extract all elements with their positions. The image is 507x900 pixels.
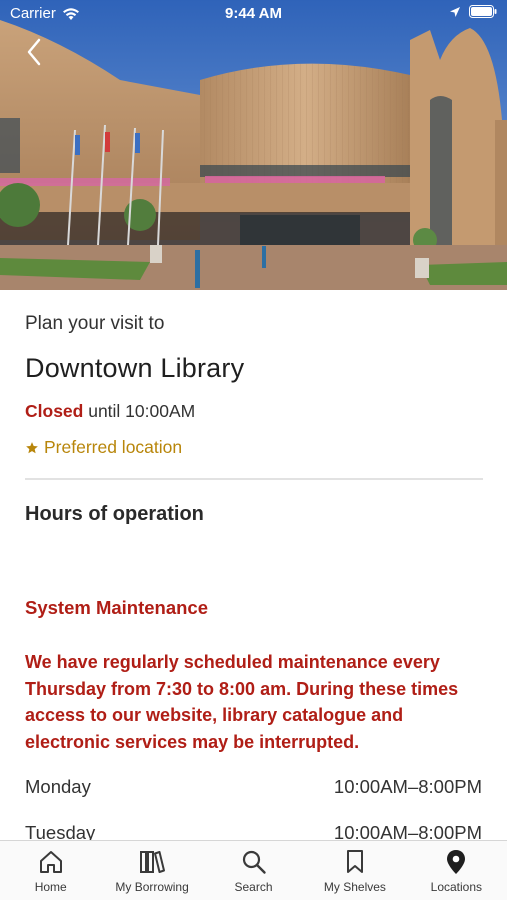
hours-time: 10:00AM–8:00PM: [333, 776, 482, 797]
tab-my-shelves[interactable]: My Shelves: [304, 841, 405, 900]
hours-row: Tuesday 10:00AM–8:00PM: [25, 822, 482, 840]
hours-time: 10:00AM–8:00PM: [333, 822, 482, 840]
home-icon: [37, 848, 65, 876]
tab-label: Locations: [430, 880, 483, 894]
hours-day: Tuesday: [25, 822, 96, 840]
maintenance-notice-body: We have regularly scheduled maintenance …: [25, 652, 459, 752]
hours-row: Monday 10:00AM–8:00PM: [25, 776, 482, 798]
tab-search[interactable]: Search: [203, 841, 304, 900]
back-button[interactable]: [18, 34, 50, 70]
tab-label: Search: [234, 880, 273, 894]
status-indicators: [449, 5, 497, 18]
intro-text: Plan your visit to: [25, 313, 165, 334]
location-arrow-icon: [450, 6, 460, 17]
tab-my-borrowing[interactable]: My Borrowing: [101, 841, 202, 900]
branch-name: Downtown Library: [25, 353, 245, 383]
section-divider: [25, 478, 483, 480]
open-status: Closed until 10:00AM: [25, 401, 195, 422]
tab-label: My Borrowing: [115, 880, 189, 894]
preferred-location-label: Preferred location: [44, 437, 183, 457]
star-icon: [26, 441, 38, 453]
battery-icon: [469, 5, 497, 18]
hours-day: Monday: [25, 776, 91, 797]
bookmark-icon: [341, 848, 369, 876]
status-detail: until 10:00AM: [83, 401, 196, 421]
library-building-image: [0, 0, 507, 290]
closed-label: Closed: [25, 401, 84, 421]
tab-label: Home: [34, 880, 67, 894]
hours-heading: Hours of operation: [25, 503, 204, 525]
books-icon: [138, 848, 166, 876]
tab-home[interactable]: Home: [0, 841, 101, 900]
branch-details: Plan your visit to Downtown Library Clos…: [0, 290, 507, 840]
search-icon: [240, 848, 268, 876]
clock: 9:44 AM: [225, 5, 282, 22]
maintenance-notice-title: System Maintenance: [25, 597, 209, 618]
tab-label: My Shelves: [323, 880, 386, 894]
hero-photo: Carrier 9:44 AM: [0, 0, 507, 290]
tab-bar: Home My Borrowing Search My Shelves Loca…: [0, 840, 507, 900]
tab-locations[interactable]: Locations: [406, 841, 507, 900]
status-bar: Carrier 9:44 AM: [0, 0, 507, 28]
preferred-location-badge: Preferred location: [25, 437, 182, 458]
chevron-left-icon: [27, 38, 41, 66]
location-pin-icon: [442, 848, 470, 876]
